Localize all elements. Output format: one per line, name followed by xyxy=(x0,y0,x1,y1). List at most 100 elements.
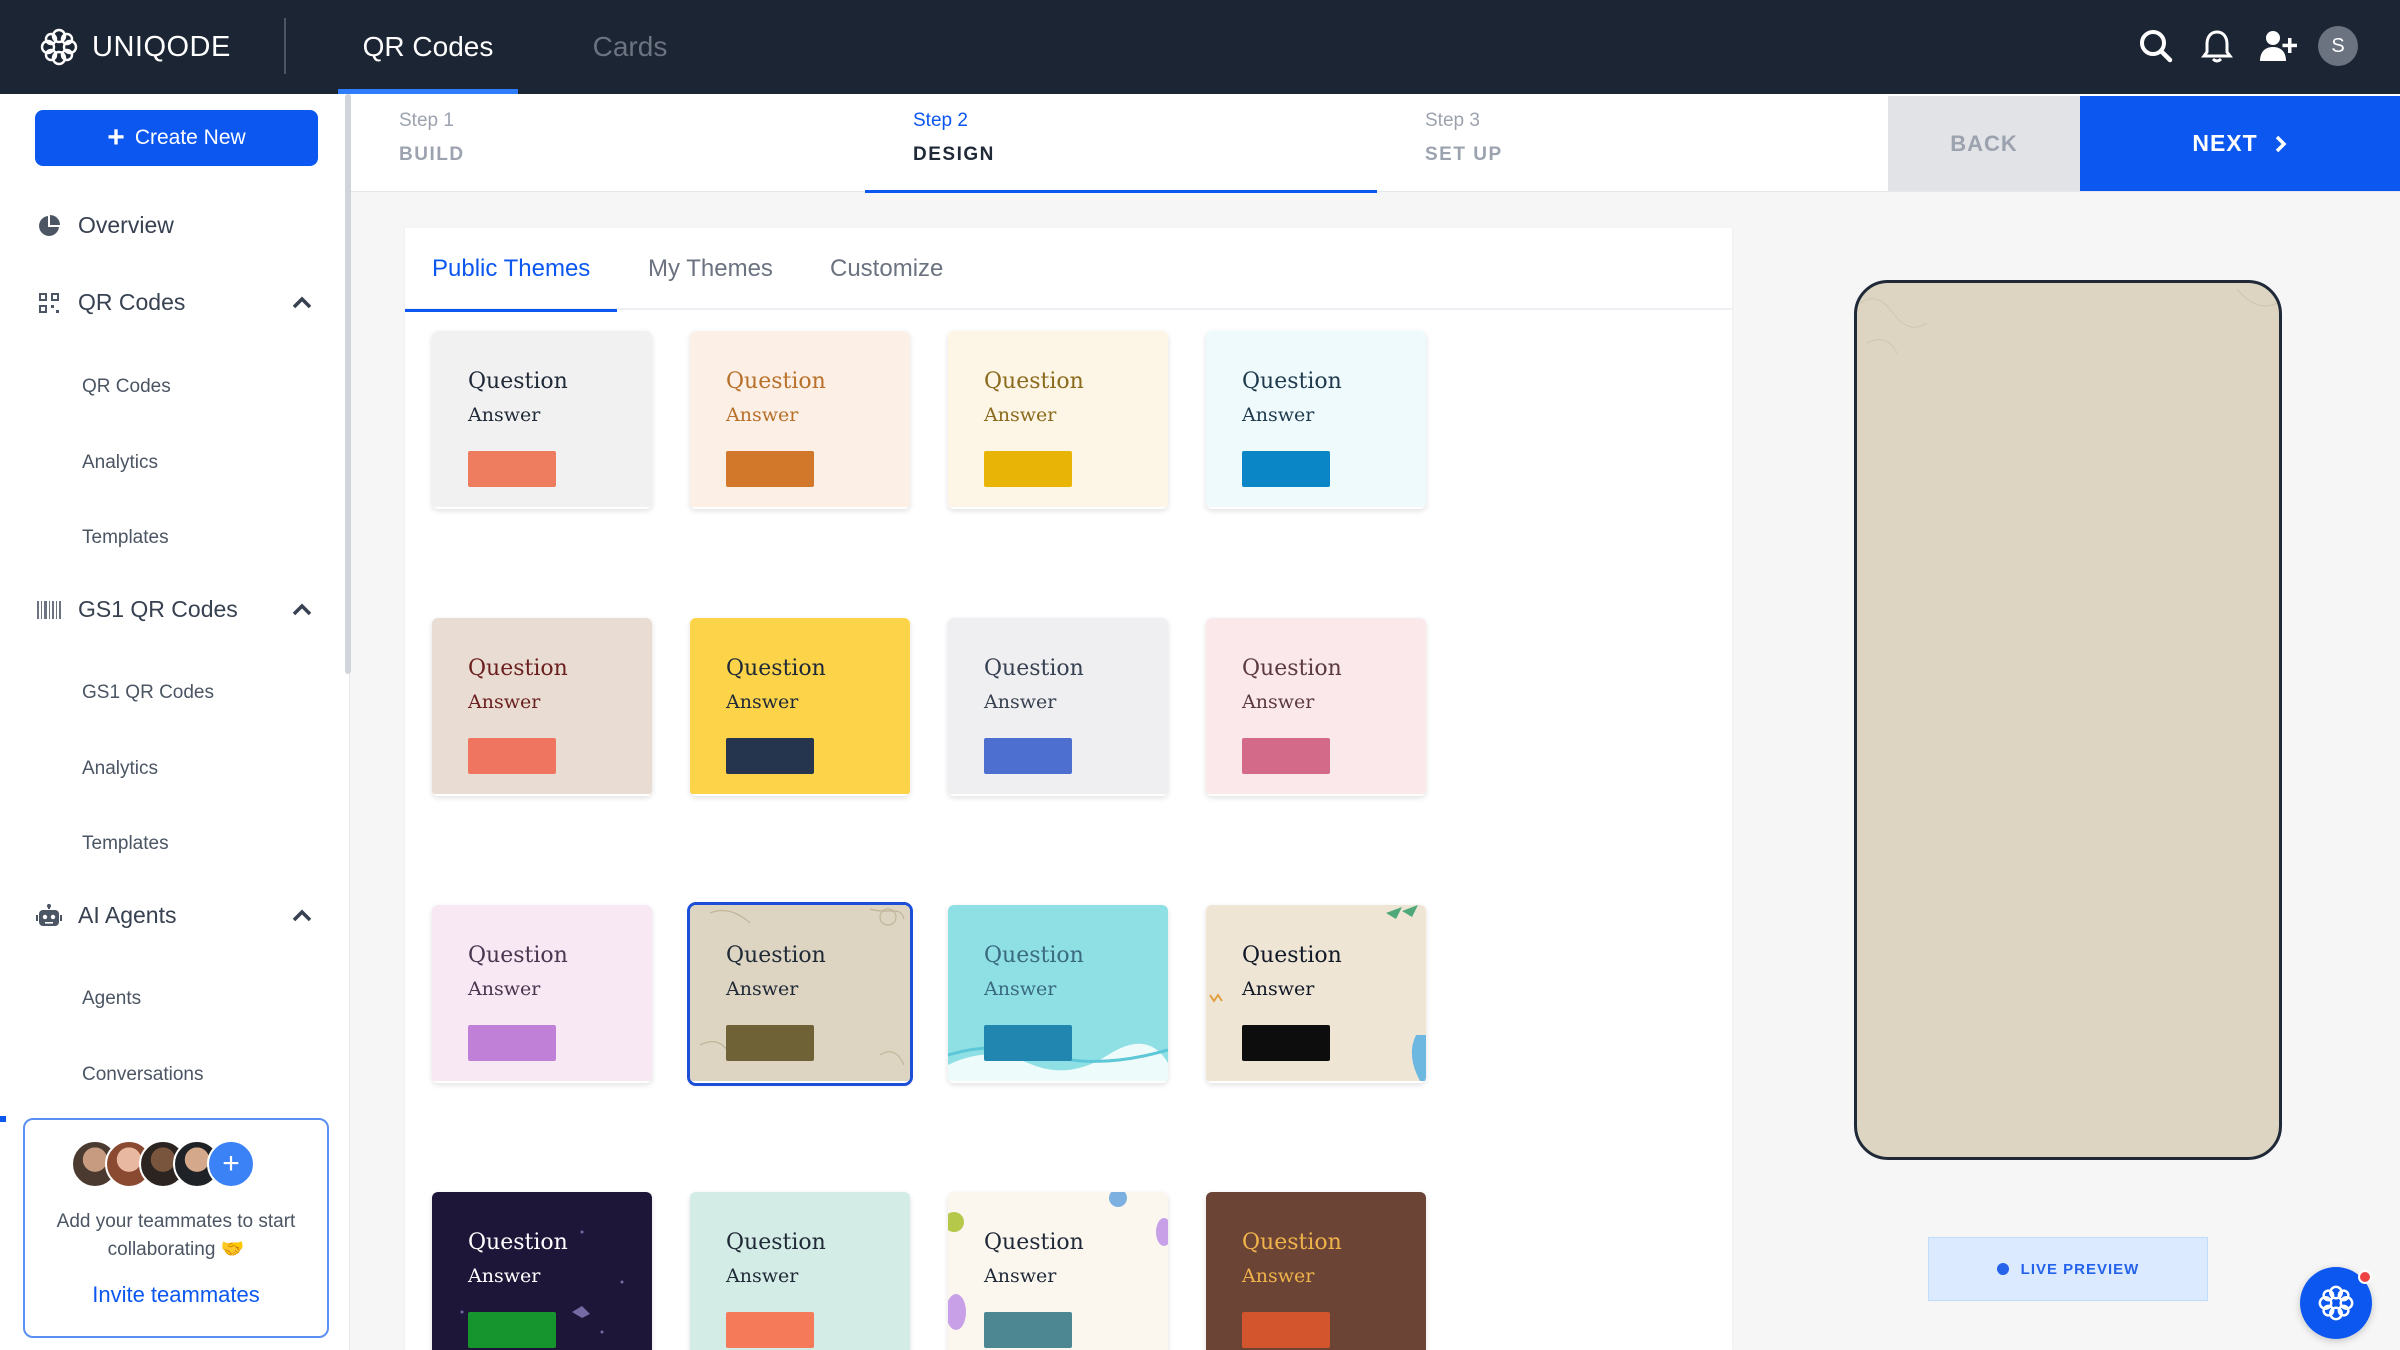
user-avatar[interactable]: S xyxy=(2318,26,2358,66)
theme-answer-text: Answer xyxy=(726,1265,799,1287)
theme-button-swatch xyxy=(1242,451,1330,487)
sidebar-section-qr-codes[interactable]: QR Codes xyxy=(36,289,185,316)
theme-thumbnail: Question Answer xyxy=(690,331,910,507)
sidebar-item-analytics[interactable]: Analytics xyxy=(82,758,158,780)
back-button[interactable]: BACK xyxy=(1888,96,2080,191)
theme-button-swatch xyxy=(726,451,814,487)
live-dot-icon xyxy=(1996,1263,2009,1275)
create-new-button[interactable]: + Create New xyxy=(35,110,318,166)
logo-text: UNIQODE xyxy=(92,30,231,63)
live-preview-button[interactable]: LIVE PREVIEW xyxy=(1928,1237,2208,1301)
theme-question-text: Question xyxy=(984,369,1084,394)
step-number: Step 3 xyxy=(1425,110,1480,131)
nav-tab-cards[interactable]: Cards xyxy=(560,0,700,94)
theme-card[interactable]: QuestionAnswerDefault xyxy=(432,331,652,509)
theme-button-swatch xyxy=(468,1025,556,1061)
step-design[interactable]: Step 2 DESIGN xyxy=(865,94,1377,193)
theme-question-text: Question xyxy=(726,943,826,968)
theme-question-text: Question xyxy=(726,656,826,681)
notification-dot xyxy=(2358,1270,2372,1284)
theme-question-text: Question xyxy=(1242,1230,1342,1255)
theme-answer-text: Answer xyxy=(984,978,1057,1000)
sidebar-item-conversations[interactable]: Conversations xyxy=(82,1064,203,1086)
theme-card[interactable]: QuestionAnswerRetro tech xyxy=(948,618,1168,796)
step-set-up[interactable]: Step 3 SET UP xyxy=(1377,94,1889,192)
theme-button-swatch xyxy=(1242,738,1330,774)
theme-button-swatch xyxy=(984,1312,1072,1348)
theme-card[interactable]: QuestionAnswerCherry blossoms xyxy=(1206,618,1426,796)
theme-button-swatch xyxy=(726,738,814,774)
top-bar: UNIQODE QR Codes Cards S xyxy=(0,0,2400,94)
sidebar-item-templates[interactable]: Templates xyxy=(82,833,169,855)
theme-card[interactable]: QuestionAnswerWorkspace xyxy=(687,902,913,1086)
theme-card[interactable]: QuestionAnswerSmoke and ashes xyxy=(432,618,652,796)
theme-card[interactable]: Question Answer xyxy=(1206,1192,1426,1350)
chevron-up-icon[interactable] xyxy=(288,595,316,623)
add-user-icon[interactable] xyxy=(2258,26,2298,66)
barcode-icon xyxy=(36,597,62,623)
theme-card[interactable]: QuestionAnswerBright tangerine xyxy=(690,331,910,509)
theme-thumbnail: Question Answer xyxy=(948,1192,1168,1350)
theme-card[interactable]: QuestionAnswerHandmade paper xyxy=(1206,905,1426,1083)
theme-card[interactable]: Question Answer xyxy=(690,1192,910,1350)
tab-public-themes[interactable]: Public Themes xyxy=(404,228,618,312)
robot-icon xyxy=(36,903,62,929)
theme-thumbnail: Question Answer xyxy=(432,905,652,1081)
theme-question-text: Question xyxy=(468,1230,568,1255)
theme-thumbnail: Question Answer xyxy=(432,1192,652,1350)
tab-customize[interactable]: Customize xyxy=(830,228,943,310)
theme-answer-text: Answer xyxy=(468,1265,541,1287)
sidebar-item-analytics[interactable]: Analytics xyxy=(82,452,158,474)
next-button[interactable]: NEXT xyxy=(2080,96,2400,191)
theme-card[interactable]: QuestionAnswerSunny day xyxy=(948,331,1168,509)
theme-thumbnail: Question Answer xyxy=(690,905,910,1081)
theme-card[interactable]: QuestionAnswerLilac dreams xyxy=(432,905,652,1083)
sidebar-section-label: AI Agents xyxy=(78,902,177,928)
theme-thumbnail: Question Answer xyxy=(948,618,1168,794)
nav-tab-qr-codes[interactable]: QR Codes xyxy=(338,0,518,94)
theme-button-swatch xyxy=(1242,1312,1330,1348)
theme-card[interactable]: Question Answer xyxy=(432,1192,652,1350)
search-icon[interactable] xyxy=(2136,26,2176,66)
step-number: Step 1 xyxy=(399,110,454,131)
theme-answer-text: Answer xyxy=(1242,1265,1315,1287)
sidebar-item-overview[interactable]: Overview xyxy=(36,212,174,239)
theme-thumbnail: Question Answer xyxy=(690,618,910,794)
theme-answer-text: Answer xyxy=(726,691,799,713)
chevron-up-icon[interactable] xyxy=(288,288,316,316)
theme-card[interactable]: QuestionAnswerYellow submarine xyxy=(690,618,910,796)
sidebar-item-gs1-qr-codes[interactable]: GS1 QR Codes xyxy=(82,682,214,704)
invite-description: Add your teammates to start collaboratin… xyxy=(56,1211,296,1260)
step-number: Step 2 xyxy=(913,110,968,131)
step-build[interactable]: Step 1 BUILD xyxy=(351,94,863,192)
sidebar-section-ai-agents[interactable]: AI Agents xyxy=(36,902,176,929)
theme-button-swatch xyxy=(984,738,1072,774)
theme-question-text: Question xyxy=(468,943,568,968)
theme-card[interactable]: QuestionAnswerOcean waves xyxy=(948,905,1168,1083)
uniqode-logo[interactable]: UNIQODE xyxy=(38,24,231,70)
bell-icon[interactable] xyxy=(2197,26,2237,66)
theme-answer-text: Answer xyxy=(726,404,799,426)
plus-icon: + xyxy=(107,121,125,154)
theme-answer-text: Answer xyxy=(984,404,1057,426)
theme-card[interactable]: Question Answer xyxy=(948,1192,1168,1350)
theme-question-text: Question xyxy=(726,1230,826,1255)
theme-thumbnail: Question Answer xyxy=(1206,905,1426,1081)
chevron-up-icon[interactable] xyxy=(288,901,316,929)
tab-my-themes[interactable]: My Themes xyxy=(648,228,773,310)
theme-answer-text: Answer xyxy=(468,691,541,713)
sidebar-item-qr-codes[interactable]: QR Codes xyxy=(82,376,171,398)
invite-teammates-link[interactable]: Invite teammates xyxy=(25,1282,327,1308)
sidebar-item-agents[interactable]: Agents xyxy=(82,988,141,1010)
theme-button-swatch xyxy=(726,1025,814,1061)
theme-card[interactable]: QuestionAnswerFrozen blue xyxy=(1206,331,1426,509)
theme-answer-text: Answer xyxy=(726,978,799,1000)
sidebar: + Create New Overview QR Codes QR Codes … xyxy=(0,94,351,1350)
sidebar-section-gs1-qr-codes[interactable]: GS1 QR Codes xyxy=(36,596,238,623)
sidebar-item-templates[interactable]: Templates xyxy=(82,527,169,549)
sidebar-active-marker xyxy=(0,1116,6,1122)
theme-answer-text: Answer xyxy=(1242,404,1315,426)
theme-thumbnail: Question Answer xyxy=(1206,331,1426,507)
add-teammate-icon[interactable]: + xyxy=(207,1140,255,1188)
uniqode-logo-icon xyxy=(40,28,78,66)
